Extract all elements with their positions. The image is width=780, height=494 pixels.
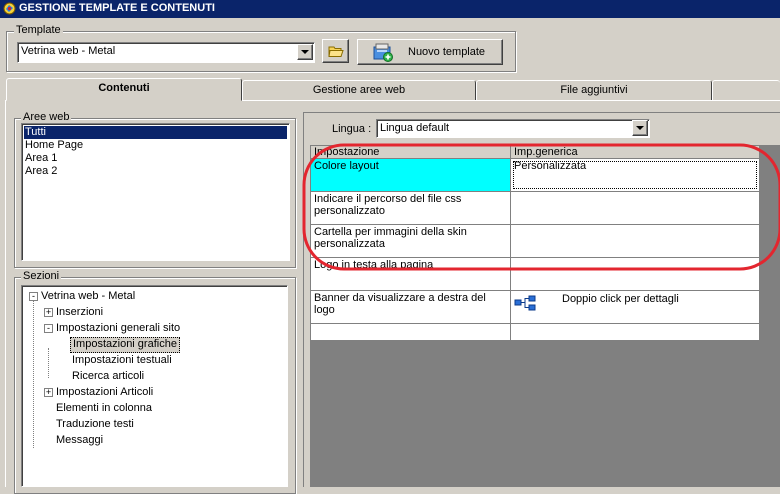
tree-node-impostazioni-grafiche[interactable]: Impostazioni grafiche [70,337,180,353]
grid-cell-setting[interactable] [311,324,511,341]
tree-node-label: Impostazioni Articoli [56,386,154,398]
grid-cell-value[interactable]: Doppio click per dettagli [511,291,760,324]
tree-node-impostazioni-testuali[interactable]: Impostazioni testuali [72,354,172,368]
lingua-select[interactable]: Lingua default [376,119,650,138]
app-icon [3,2,16,15]
tree-node-ricerca-articoli[interactable]: Ricerca articoli [72,370,144,384]
collapse-icon[interactable]: - [44,324,53,333]
tab-contenuti[interactable]: Contenuti [6,78,242,101]
aree-web-label: Aree web [21,111,72,123]
tree-node-label: Elementi in colonna [56,402,153,414]
lingua-select-dropdown-button[interactable] [632,120,648,136]
grid-cell-setting[interactable]: Banner da visualizzare a destra del logo [311,291,511,324]
expand-icon[interactable]: + [44,308,53,317]
template-select[interactable]: Vetrina web - Metal [17,42,315,63]
tree-node-label: Ricerca articoli [72,370,145,382]
tree-node-label: Inserzioni [56,306,104,318]
collapse-icon[interactable]: - [29,292,38,301]
new-template-button-label: Nuovo template [408,46,486,58]
new-template-icon [373,43,393,62]
tab-file-aggiuntivi-label: File aggiuntivi [560,84,628,96]
chevron-down-icon [301,50,309,54]
tab-file-aggiuntivi[interactable]: File aggiuntivi [476,80,712,101]
window-title: GESTIONE TEMPLATE E CONTENUTI [19,2,215,14]
new-template-button[interactable]: Nuovo template [357,39,503,65]
sezioni-tree[interactable]: - Vetrina web - Metal + Inserzioni - Imp… [21,285,288,487]
tree-node-messaggi[interactable]: Messaggi [56,434,103,448]
tree-node-label: Vetrina web - Metal [41,290,136,302]
tree-node-label: Impostazioni generali sito [56,322,181,334]
tree-structure-icon [514,295,536,311]
list-item[interactable]: Home Page [24,139,83,152]
open-folder-button[interactable] [322,39,349,63]
list-item[interactable]: Tutti [24,126,287,139]
grid-cell-value[interactable] [511,324,760,341]
template-select-dropdown-button[interactable] [297,44,313,60]
tree-node-label: Traduzione testi [56,418,134,430]
tree-line [48,348,49,378]
annotation-ellipse [302,143,780,271]
tree-line [33,300,34,448]
template-group-label: Template [14,24,63,36]
expand-icon[interactable]: + [44,388,53,397]
tree-node-traduzione-testi[interactable]: Traduzione testi [56,418,134,432]
folder-open-icon [328,46,344,57]
lingua-select-value: Lingua default [380,122,450,134]
tree-node-label: Impostazioni testuali [72,354,172,366]
template-select-value: Vetrina web - Metal [21,45,116,57]
tab-extra[interactable] [712,80,780,101]
lingua-label: Lingua : [332,123,372,135]
grid-cell-value-text: Doppio click per dettagli [562,293,679,305]
tab-gestione-aree-web-label: Gestione aree web [312,84,406,96]
title-bar: GESTIONE TEMPLATE E CONTENUTI [0,0,780,18]
tree-node-elementi-colonna[interactable]: Elementi in colonna [56,402,152,416]
tab-contenuti-label: Contenuti [98,82,150,94]
list-item[interactable]: Area 2 [24,165,57,178]
sezioni-label: Sezioni [21,270,62,282]
tab-gestione-aree-web[interactable]: Gestione aree web [242,80,476,101]
chevron-down-icon [636,126,644,130]
aree-web-list[interactable]: Tutti Home Page Area 1 Area 2 [21,123,290,261]
list-item[interactable]: Area 1 [24,152,57,165]
tree-node-label: Impostazioni grafiche [73,338,177,350]
tree-node-label: Messaggi [56,434,104,446]
